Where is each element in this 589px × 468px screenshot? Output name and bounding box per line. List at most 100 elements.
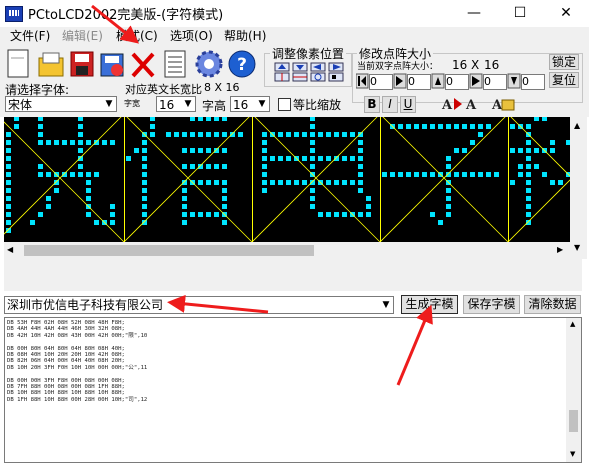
matrix-pixel — [198, 117, 203, 121]
proportional-checkbox[interactable] — [278, 98, 291, 111]
matrix-pixel — [78, 148, 83, 153]
matrix-pixel — [478, 132, 483, 137]
horizontal-scroll-thumb[interactable] — [24, 245, 314, 256]
matrix-pixel — [310, 196, 315, 201]
spinner-1[interactable]: 0 — [369, 74, 393, 90]
matrix-pixel — [94, 172, 99, 177]
grow-width-icon[interactable] — [469, 73, 483, 89]
char-height-select[interactable]: 16 ▼ — [230, 96, 270, 112]
close-button[interactable]: ✕ — [543, 0, 589, 27]
matrix-pixel — [262, 132, 267, 137]
matrix-pixel — [142, 204, 147, 209]
shrink-width-left-icon[interactable] — [356, 73, 369, 89]
shrink-height-icon[interactable] — [507, 73, 521, 89]
invert-icon[interactable] — [328, 72, 344, 82]
matrix-pixel — [214, 212, 219, 217]
scroll-left-icon[interactable]: ◀ — [7, 245, 13, 254]
text-input-combo[interactable]: 深圳市优信电子科技有限公司 ▼ — [4, 296, 394, 314]
matrix-pixel — [6, 220, 11, 225]
delete-icon[interactable] — [131, 52, 155, 78]
bold-button[interactable]: B — [364, 96, 380, 113]
canvas-vertical-scrollbar[interactable]: ▲ ▼ — [570, 117, 587, 259]
minimize-button[interactable]: — — [451, 0, 497, 27]
save-icon[interactable] — [70, 51, 94, 77]
matrix-pixel — [262, 156, 267, 161]
matrix-pixel — [214, 164, 219, 169]
menu-options[interactable]: 选项(O) — [164, 27, 219, 45]
scroll-up-icon[interactable]: ▲ — [570, 320, 575, 328]
matrix-pixel — [142, 148, 147, 153]
matrix-pixel — [358, 148, 363, 153]
matrix-pixel — [326, 212, 331, 217]
lock-button[interactable]: 锁定 — [549, 54, 579, 70]
font-effect-icon-2[interactable]: A — [465, 98, 477, 113]
matrix-pixel — [358, 172, 363, 177]
gear-icon[interactable] — [195, 50, 223, 78]
italic-button[interactable]: I — [382, 96, 398, 113]
output-vertical-scrollbar[interactable]: ▲ ▼ — [566, 318, 581, 462]
clear-data-button[interactable]: 清除数据 — [524, 295, 581, 314]
matrix-pixel — [310, 204, 315, 209]
flip-horizontal-icon[interactable] — [274, 72, 290, 82]
char-width-select[interactable]: 16 ▼ — [156, 96, 196, 112]
matrix-pixel — [526, 164, 531, 169]
matrix-pixel — [54, 180, 59, 185]
menu-mode[interactable]: 模式(C) — [110, 27, 164, 45]
open-folder-icon[interactable] — [38, 52, 64, 77]
menu-help[interactable]: 帮助(H) — [218, 27, 272, 45]
shift-down-icon[interactable] — [292, 62, 308, 72]
matrix-pixel — [182, 196, 187, 201]
shift-left-icon[interactable] — [310, 62, 326, 72]
spinner-4[interactable]: 0 — [483, 74, 507, 90]
save-as-icon[interactable] — [100, 53, 124, 77]
save-font-button[interactable]: 保存字模 — [463, 295, 520, 314]
rotate-icon[interactable] — [310, 72, 326, 82]
maximize-button[interactable]: ☐ — [497, 0, 543, 27]
menu-file[interactable]: 文件(F) — [4, 27, 56, 45]
spinner-2[interactable]: 0 — [407, 74, 431, 90]
canvas-horizontal-scrollbar[interactable]: ◀ ▶ — [4, 242, 570, 259]
matrix-pixel — [262, 180, 267, 185]
scroll-down-icon[interactable]: ▼ — [574, 243, 580, 252]
chevron-down-icon: ▼ — [258, 99, 266, 109]
reset-button[interactable]: 复位 — [549, 72, 579, 88]
scroll-right-icon[interactable]: ▶ — [557, 245, 563, 254]
vertical-scroll-thumb[interactable] — [569, 410, 578, 432]
matrix-pixel — [70, 172, 75, 177]
scroll-up-icon[interactable]: ▲ — [574, 121, 580, 130]
matrix-pixel — [78, 164, 83, 169]
spinner-3[interactable]: 0 — [445, 74, 469, 90]
font-select[interactable]: 宋体 ▼ — [5, 96, 117, 112]
matrix-pixel — [526, 196, 531, 201]
generate-font-button[interactable]: 生成字模 — [401, 295, 458, 314]
matrix-pixel — [38, 212, 43, 217]
font-effect-icon-1[interactable]: A — [441, 98, 462, 113]
shift-right-icon[interactable] — [328, 62, 344, 72]
matrix-pixel — [78, 172, 83, 177]
matrix-pixel — [318, 156, 323, 161]
menu-edit[interactable]: 编辑(E) — [56, 27, 109, 45]
shrink-width-right-icon[interactable] — [393, 73, 407, 89]
spinner-5[interactable]: 0 — [521, 74, 545, 90]
new-file-icon[interactable] — [7, 49, 29, 78]
underline-button[interactable]: U — [400, 96, 416, 113]
matrix-pixel — [358, 212, 363, 217]
grow-height-icon[interactable] — [431, 73, 445, 89]
dot-matrix-canvas[interactable] — [4, 117, 570, 242]
shift-up-icon[interactable] — [274, 62, 290, 72]
help-icon[interactable]: ? — [228, 50, 256, 78]
matrix-pixel — [6, 212, 11, 217]
matrix-pixel — [478, 124, 483, 129]
matrix-pixel — [78, 117, 83, 121]
matrix-pixel — [222, 180, 227, 185]
matrix-pixel — [534, 117, 539, 121]
scroll-down-icon[interactable]: ▼ — [570, 450, 575, 458]
document-icon[interactable] — [164, 50, 186, 78]
matrix-pixel — [70, 140, 75, 145]
font-effect-icon-3[interactable]: A — [491, 98, 515, 113]
flip-vertical-icon[interactable] — [292, 72, 308, 82]
output-textarea[interactable]: DB 53H F8H 02H 08H 52H 08H 48H F8H; DB 4A… — [4, 317, 582, 463]
matrix-pixel — [6, 188, 11, 193]
matrix-pixel — [6, 172, 11, 177]
matrix-pixel — [222, 204, 227, 209]
